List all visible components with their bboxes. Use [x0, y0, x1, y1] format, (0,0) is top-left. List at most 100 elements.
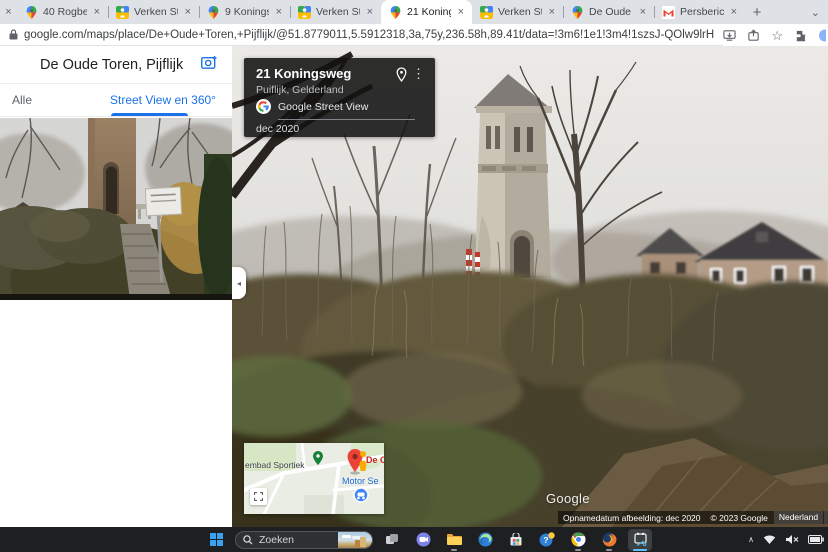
task-view-icon [385, 533, 399, 547]
tab-40-rogberg[interactable]: 40 Rogberg × [17, 0, 108, 24]
street-view-thumbnail[interactable] [0, 118, 232, 300]
microsoft-store-button[interactable] [504, 529, 528, 551]
expand-map-button[interactable] [250, 488, 267, 505]
tab-close-icon[interactable]: × [92, 6, 102, 19]
address-bar-actions: ☆ [723, 24, 828, 46]
snipping-tool-icon [633, 532, 648, 547]
map-attribution-bar: Opnamedatum afbeelding: dec 2020 © 2023 … [558, 511, 828, 524]
tab-close-icon[interactable]: × [274, 6, 284, 19]
tab-verken-street-1[interactable]: Verken Street × [108, 0, 199, 24]
taskbar-search-box[interactable]: Zoeken [235, 531, 373, 549]
tab-label: De Oude Tore [589, 6, 633, 18]
google-g-logo [256, 99, 271, 119]
tab-label: 21 Koningswe [407, 6, 451, 18]
wifi-icon[interactable] [763, 534, 776, 545]
sidebar-collapse-button[interactable]: ◂ [232, 267, 246, 299]
card-capture-date: dec 2020 [256, 123, 299, 135]
file-explorer-button[interactable] [442, 529, 466, 551]
tab-close-icon[interactable]: × [456, 6, 466, 19]
lock-icon[interactable] [6, 29, 20, 40]
add-photo-icon[interactable] [201, 55, 218, 75]
tab-persbericht[interactable]: Persbericht Sa × [654, 0, 745, 24]
system-tray: ∧ [748, 527, 828, 552]
tab-close-icon[interactable]: × [5, 6, 11, 18]
chrome-icon [571, 532, 586, 547]
mini-map[interactable]: embad Sportiek De Ou Motor Se [244, 443, 384, 514]
tab-close-icon[interactable]: × [365, 6, 375, 19]
extensions-icon[interactable] [794, 29, 807, 42]
share-icon[interactable] [747, 29, 760, 42]
tray-chevron-icon[interactable]: ∧ [748, 535, 754, 544]
tab-9-koningsweg[interactable]: 9 Koningsweg × [199, 0, 290, 24]
address-bar: google.com/maps/place/De+Oude+Toren,+Pij… [0, 24, 828, 46]
active-tab-underline [111, 113, 188, 116]
tab-label: Persbericht Sa [680, 6, 724, 18]
tab-close-icon[interactable]: × [547, 6, 557, 19]
tab-de-oude-toren[interactable]: De Oude Tore × [563, 0, 654, 24]
tab-label: Verken Street [498, 6, 542, 18]
browser-tabstrip: × 40 Rogberg × Verken Street × 9 Konings… [0, 0, 828, 24]
task-view-button[interactable] [380, 529, 404, 551]
volume-muted-icon[interactable] [785, 534, 799, 545]
firefox-button[interactable] [597, 529, 621, 551]
get-help-icon: ? [539, 532, 555, 547]
bookmark-star-icon[interactable]: ☆ [771, 29, 783, 42]
tab-close-icon[interactable]: × [729, 6, 739, 19]
firefox-icon [602, 532, 617, 547]
tab-partial[interactable]: × [0, 0, 17, 24]
tab-label: Verken Street [134, 6, 178, 18]
card-subtitle: Puiflijk, Gelderland [256, 84, 344, 96]
street-view-panorama[interactable]: 21 Koningsweg Puiflijk, Gelderland Googl… [232, 46, 828, 527]
edge-icon [478, 532, 493, 547]
tab-verken-street-2[interactable]: Verken Street × [290, 0, 381, 24]
windows-logo-icon [210, 533, 223, 546]
search-highlight-image [338, 532, 372, 549]
card-divider [278, 119, 415, 120]
capture-date-text: Opnamedatum afbeelding: dec 2020 [558, 513, 706, 523]
tab-21-koningsweg-active[interactable]: 21 Koningswe × [381, 0, 472, 24]
sidebar-tabbar: Alle Street View en 360° [0, 84, 232, 117]
tab-label: 40 Rogberg [43, 6, 87, 18]
tab-search-chevron-icon[interactable]: ⌄ [811, 0, 820, 24]
profile-avatar-partial[interactable] [818, 29, 826, 42]
get-help-button[interactable]: ? [535, 529, 559, 551]
chat-icon [416, 532, 431, 547]
tab-label: Verken Street [316, 6, 360, 18]
map-label-de-oude-toren: De Ou [366, 455, 384, 465]
tab-verken-street-3[interactable]: Verken Street × [472, 0, 563, 24]
card-pin-icon[interactable] [396, 67, 407, 87]
battery-icon[interactable] [808, 535, 824, 544]
maps-pin-icon [389, 6, 402, 19]
edge-button[interactable] [473, 529, 497, 551]
install-app-icon[interactable] [723, 29, 736, 42]
search-icon [243, 535, 253, 545]
link-voorwaarden[interactable]: Voorwaarden [824, 511, 828, 524]
map-label-motor: Motor Se [342, 476, 379, 486]
sidebar-header: De Oude Toren, Pijflijk [0, 46, 232, 84]
new-tab-button[interactable]: + [745, 0, 769, 24]
tab-close-icon[interactable]: × [183, 6, 193, 19]
store-icon [509, 533, 523, 547]
tab-street-view-360[interactable]: Street View en 360° [110, 93, 216, 107]
maps-pin-icon [571, 6, 584, 19]
windows-taskbar: Zoeken ? [0, 527, 828, 552]
card-source: Google Street View [278, 101, 368, 113]
map-label-sportiek: embad Sportiek [245, 460, 305, 470]
maps-pin-icon [207, 6, 220, 19]
maps-sidebar: De Oude Toren, Pijflijk Alle Street View… [0, 46, 232, 527]
street-view-info-card: 21 Koningsweg Puiflijk, Gelderland Googl… [244, 58, 435, 137]
chrome-button[interactable] [566, 529, 590, 551]
teams-chat-button[interactable] [411, 529, 435, 551]
card-overflow-menu-icon[interactable]: ⋮ [412, 66, 425, 82]
desktop-screen: × 40 Rogberg × Verken Street × 9 Konings… [0, 0, 828, 552]
snipping-tool-button[interactable] [628, 529, 652, 551]
tab-alle[interactable]: Alle [12, 93, 32, 107]
gmail-icon [662, 6, 675, 19]
google-watermark: Google [546, 491, 590, 506]
link-nederland[interactable]: Nederland [774, 511, 823, 524]
svg-text:?: ? [543, 535, 548, 545]
url-field[interactable]: google.com/maps/place/De+Oude+Toren,+Pij… [24, 29, 714, 41]
tab-close-icon[interactable]: × [638, 6, 648, 19]
start-button[interactable] [204, 529, 228, 551]
file-explorer-icon [446, 533, 462, 546]
